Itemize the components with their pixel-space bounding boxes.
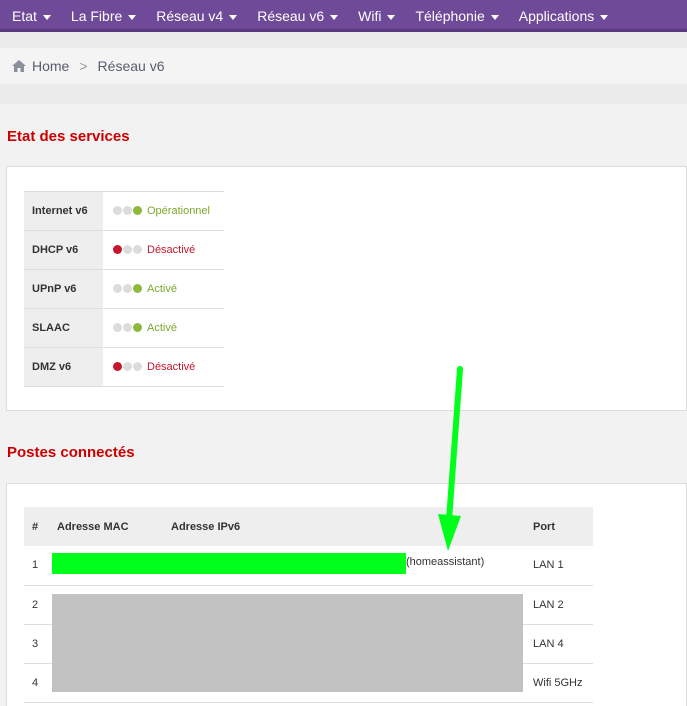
column-header-num: # [24, 507, 57, 546]
status-text: Opérationnel [147, 205, 210, 217]
table-row: UPnP v6 Activé [24, 269, 224, 309]
services-title: Etat des services [7, 128, 130, 145]
device-port: LAN 1 [532, 546, 593, 586]
device-port: LAN 2 [532, 585, 593, 625]
breadcrumb-home-link[interactable]: Home [32, 58, 69, 74]
devices-title: Postes connectés [7, 444, 135, 461]
service-status: Activé [103, 269, 224, 309]
table-row: SLAAC Activé [24, 308, 224, 348]
service-name: DHCP v6 [24, 230, 103, 270]
service-name: DMZ v6 [24, 347, 103, 387]
status-dot-icon [133, 362, 142, 371]
breadcrumb-separator: > [79, 58, 88, 74]
column-header-port: Port [532, 507, 593, 546]
nav-menu-reseau-v4[interactable]: Réseau v4 [144, 0, 245, 32]
status-dot-icon [123, 206, 132, 215]
status-text: Activé [147, 322, 177, 334]
service-status: Opérationnel [103, 191, 224, 231]
nav-label: Etat [12, 7, 37, 24]
breadcrumb: Home > Réseau v6 [0, 48, 687, 84]
nav-menu-etat[interactable]: Etat [0, 0, 59, 32]
status-dot-icon [123, 245, 132, 254]
caret-down-icon [330, 14, 339, 20]
nav-label: Téléphonie [415, 7, 485, 24]
service-name: SLAAC [24, 308, 103, 348]
caret-down-icon [387, 14, 396, 20]
nav-label: Applications [518, 7, 595, 24]
status-dot-green-icon [133, 206, 142, 215]
caret-down-icon [229, 14, 238, 20]
nav-menu-telephonie[interactable]: Téléphonie [403, 0, 506, 32]
nav-label: La Fibre [70, 7, 123, 24]
nav-menu-la-fibre[interactable]: La Fibre [59, 0, 144, 32]
status-dot-icon [133, 245, 142, 254]
status-dot-green-icon [133, 323, 142, 332]
status-dot-icon [123, 284, 132, 293]
green-redaction-box [52, 553, 406, 574]
services-table: Internet v6 Opérationnel DHCP v6 Désacti… [24, 191, 224, 387]
services-panel: Internet v6 Opérationnel DHCP v6 Désacti… [6, 166, 687, 411]
status-text: Activé [147, 283, 177, 295]
nav-label: Wifi [358, 7, 382, 24]
caret-down-icon [490, 14, 499, 20]
caret-down-icon [128, 14, 137, 20]
device-port: Wifi 5GHz [532, 663, 593, 703]
status-text: Désactivé [147, 361, 196, 373]
nav-menu-reseau-v6[interactable]: Réseau v6 [245, 0, 346, 32]
status-dot-icon [113, 206, 122, 215]
service-status: Activé [103, 308, 224, 348]
table-row: DHCP v6 Désactivé [24, 230, 224, 270]
breadcrumb-current: Réseau v6 [97, 58, 165, 74]
status-dot-red-icon [113, 362, 122, 371]
table-row: DMZ v6 Désactivé [24, 347, 224, 387]
status-dot-icon [123, 323, 132, 332]
status-dot-icon [113, 284, 122, 293]
device-port: LAN 4 [532, 624, 593, 664]
service-name: Internet v6 [24, 191, 103, 231]
nav-menu-wifi[interactable]: Wifi [346, 0, 403, 32]
column-header-ipv6: Adresse IPv6 [171, 507, 532, 546]
service-name: UPnP v6 [24, 269, 103, 309]
status-dot-red-icon [113, 245, 122, 254]
nav-label: Réseau v4 [156, 7, 224, 24]
caret-down-icon [600, 14, 609, 20]
service-status: Désactivé [103, 347, 224, 387]
status-dot-icon [113, 323, 122, 332]
home-icon [12, 60, 26, 72]
table-header-row: # Adresse MAC Adresse IPv6 Port [24, 507, 593, 546]
table-row: Internet v6 Opérationnel [24, 191, 224, 231]
top-nav: Etat La Fibre Réseau v4 Réseau v6 Wifi T… [0, 0, 687, 32]
device-hostname: (homeassistant) [406, 556, 485, 568]
status-dot-green-icon [133, 284, 142, 293]
caret-down-icon [42, 14, 51, 20]
nav-label: Réseau v6 [257, 7, 325, 24]
grey-redaction-box [52, 594, 523, 692]
status-dot-icon [123, 362, 132, 371]
nav-menu-applications[interactable]: Applications [507, 0, 617, 32]
column-header-mac: Adresse MAC [57, 507, 171, 546]
status-text: Désactivé [147, 244, 196, 256]
service-status: Désactivé [103, 230, 224, 270]
